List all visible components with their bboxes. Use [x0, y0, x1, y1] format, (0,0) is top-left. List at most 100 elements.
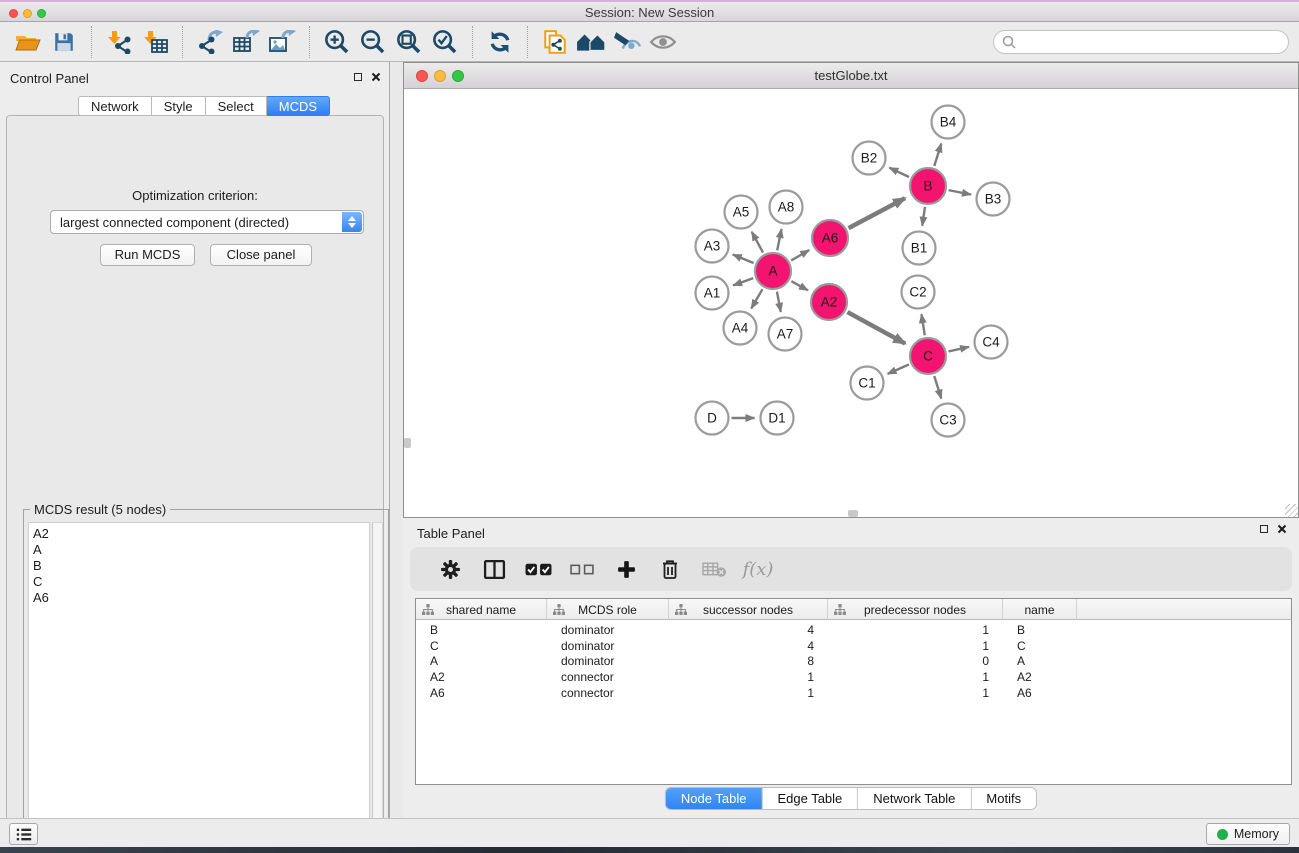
export-network-button[interactable]	[192, 25, 228, 59]
graph-node-C3[interactable]: C3	[932, 404, 965, 437]
add-column-button[interactable]	[604, 551, 648, 587]
graph-node-A6[interactable]: A6	[812, 220, 848, 256]
save-session-button[interactable]	[46, 25, 82, 59]
graph-edge-B-B3[interactable]	[949, 190, 971, 194]
tab-node-table[interactable]: Node Table	[666, 788, 762, 809]
vertical-scrollbar-thumb[interactable]	[404, 438, 411, 448]
delete-column-button[interactable]	[648, 551, 692, 587]
close-panel-icon[interactable]	[371, 72, 381, 82]
result-item[interactable]: A2	[33, 526, 369, 542]
graph-edge-C-C1[interactable]	[888, 364, 909, 373]
refresh-view-button[interactable]	[482, 25, 518, 59]
zoom-selected-button[interactable]	[427, 25, 463, 59]
task-history-button[interactable]	[9, 823, 38, 845]
network-window-titlebar[interactable]: testGlobe.txt	[404, 63, 1298, 89]
graph-edge-A-A2[interactable]	[791, 281, 808, 290]
graph-node-B1[interactable]: B1	[903, 232, 936, 265]
graph-node-B4[interactable]: B4	[932, 106, 965, 139]
zoom-fit-button[interactable]	[391, 25, 427, 59]
graph-node-A8[interactable]: A8	[770, 191, 803, 224]
graph-edge-B-B4[interactable]	[934, 143, 941, 165]
table-row[interactable]: A2connector11A2	[416, 670, 1291, 686]
graph-edge-C-C3[interactable]	[934, 376, 941, 398]
graph-node-A2[interactable]: A2	[811, 284, 847, 320]
window-resize-grip[interactable]	[1285, 504, 1298, 517]
graph-node-A3[interactable]: A3	[696, 230, 729, 263]
graph-node-B2[interactable]: B2	[853, 142, 886, 175]
export-table-button[interactable]	[228, 25, 264, 59]
graph-node-D[interactable]: D	[696, 402, 729, 435]
graph-edge-A-A6[interactable]	[791, 250, 809, 260]
criterion-select[interactable]: largest connected component (directed)	[50, 210, 364, 234]
graph-edge-A-A4[interactable]	[751, 289, 762, 308]
zoom-in-button[interactable]	[319, 25, 355, 59]
graph-edge-A-A5[interactable]	[752, 232, 763, 253]
run-mcds-button[interactable]: Run MCDS	[100, 244, 195, 266]
graph-edge-A-A7[interactable]	[777, 292, 781, 312]
zoom-out-button[interactable]	[355, 25, 391, 59]
import-table-button[interactable]	[137, 25, 173, 59]
table-settings-button[interactable]	[428, 551, 472, 587]
float-table-panel-icon[interactable]	[1260, 525, 1268, 533]
graph-node-C2[interactable]: C2	[902, 276, 935, 309]
column-header-shared-name[interactable]: shared name	[416, 599, 547, 620]
horizontal-scrollbar-thumb[interactable]	[848, 510, 858, 517]
houses-button[interactable]	[573, 25, 609, 59]
search-input[interactable]	[1021, 32, 1288, 52]
graph-node-B[interactable]: B	[910, 168, 946, 204]
table-row[interactable]: Adominator80A	[416, 654, 1291, 670]
graph-node-A5[interactable]: A5	[725, 196, 758, 229]
graph-edge-A-A1[interactable]	[733, 278, 753, 285]
graph-node-A1[interactable]: A1	[696, 277, 729, 310]
graph-edge-B-B1[interactable]	[922, 207, 925, 226]
import-network-button[interactable]	[101, 25, 137, 59]
tab-mcds[interactable]: MCDS	[267, 96, 330, 116]
result-list-scrollbar[interactable]	[372, 522, 383, 846]
delete-table-button[interactable]	[692, 551, 736, 587]
graph-edge-A-A3[interactable]	[733, 255, 754, 264]
graph-edge-A-A8[interactable]	[777, 229, 781, 250]
show-hide-details-button[interactable]	[609, 25, 645, 59]
graph-node-C4[interactable]: C4	[975, 326, 1008, 359]
graph-edge-C-C4[interactable]	[948, 347, 969, 352]
close-panel-button[interactable]: Close panel	[210, 244, 312, 266]
search-box[interactable]	[993, 30, 1289, 54]
result-item[interactable]: B	[33, 558, 369, 574]
close-table-panel-icon[interactable]	[1277, 524, 1287, 534]
graph-node-C[interactable]: C	[910, 338, 946, 374]
select-all-columns-button[interactable]	[516, 551, 560, 587]
graph-node-D1[interactable]: D1	[761, 402, 794, 435]
result-item[interactable]: A	[33, 542, 369, 558]
column-header-predecessor-nodes[interactable]: predecessor nodes	[828, 599, 1003, 620]
clone-network-button[interactable]	[537, 25, 573, 59]
table-row[interactable]: Bdominator41B	[416, 623, 1291, 639]
result-item[interactable]: A6	[33, 590, 369, 606]
network-canvas[interactable]: B4 B2 B B3 A8 A5 A6 A3 B1 A C2 A1 A2 A4 A7 C4 C C1 D D1 C3	[404, 89, 1298, 517]
open-file-button[interactable]	[10, 25, 46, 59]
graph-node-B3[interactable]: B3	[977, 183, 1010, 216]
tab-style[interactable]: Style	[152, 96, 206, 116]
show-column-button[interactable]	[472, 551, 516, 587]
column-header-name[interactable]: name	[1003, 599, 1077, 620]
table-row[interactable]: A6connector11A6	[416, 686, 1291, 702]
select-stepper-icon[interactable]	[342, 212, 362, 232]
tab-edge-table[interactable]: Edge Table	[761, 788, 857, 809]
unselect-all-columns-button[interactable]	[560, 551, 604, 587]
graph-node-A7[interactable]: A7	[769, 318, 802, 351]
graph-edge-B-B2[interactable]	[889, 168, 909, 177]
tab-network[interactable]: Network	[78, 96, 152, 116]
memory-button[interactable]: Memory	[1206, 823, 1290, 845]
graph-edge-C-C2[interactable]	[921, 314, 924, 335]
function-builder-button[interactable]: f(x)	[736, 551, 780, 587]
column-header-successor-nodes[interactable]: successor nodes	[669, 599, 828, 620]
graph-node-A[interactable]: A	[755, 253, 791, 289]
preview-eye-button[interactable]	[645, 25, 681, 59]
graph-node-A4[interactable]: A4	[724, 312, 757, 345]
tab-motifs[interactable]: Motifs	[970, 788, 1036, 809]
graph-edge-A2-C[interactable]	[847, 312, 905, 343]
tab-select[interactable]: Select	[206, 96, 267, 116]
graph-edge-A6-B[interactable]	[849, 198, 905, 228]
graph-node-C1[interactable]: C1	[851, 367, 884, 400]
table-row[interactable]: Cdominator41C	[416, 639, 1291, 655]
export-image-button[interactable]	[264, 25, 300, 59]
